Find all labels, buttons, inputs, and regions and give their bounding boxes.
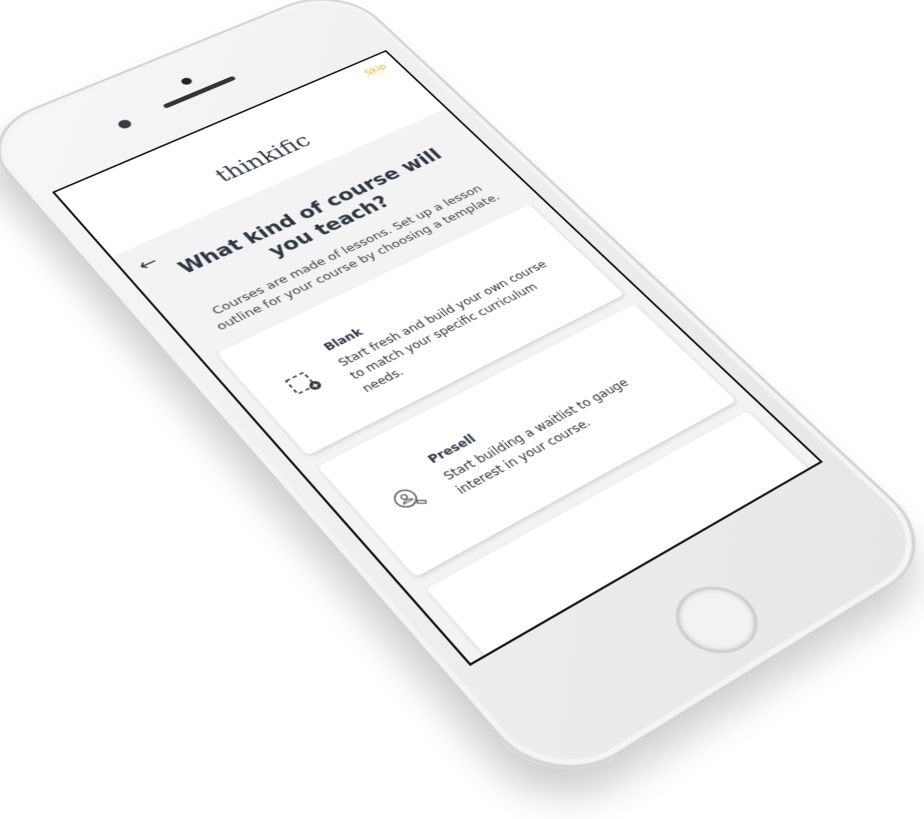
- app-screen: Skip thinkific ← What kind of course wil…: [52, 50, 823, 666]
- front-camera: [116, 118, 134, 130]
- user-search-icon: [387, 482, 431, 516]
- skip-button[interactable]: Skip: [362, 62, 389, 78]
- arrow-left-icon[interactable]: ←: [133, 252, 163, 275]
- dashed-square-plus-icon: [283, 368, 325, 399]
- phone-mockup: Skip thinkific ← What kind of course wil…: [0, 0, 924, 797]
- speaker-grille: [162, 76, 236, 109]
- earpiece-dot: [179, 77, 193, 86]
- thinkific-logo: thinkific: [83, 80, 432, 243]
- home-button[interactable]: [659, 574, 775, 667]
